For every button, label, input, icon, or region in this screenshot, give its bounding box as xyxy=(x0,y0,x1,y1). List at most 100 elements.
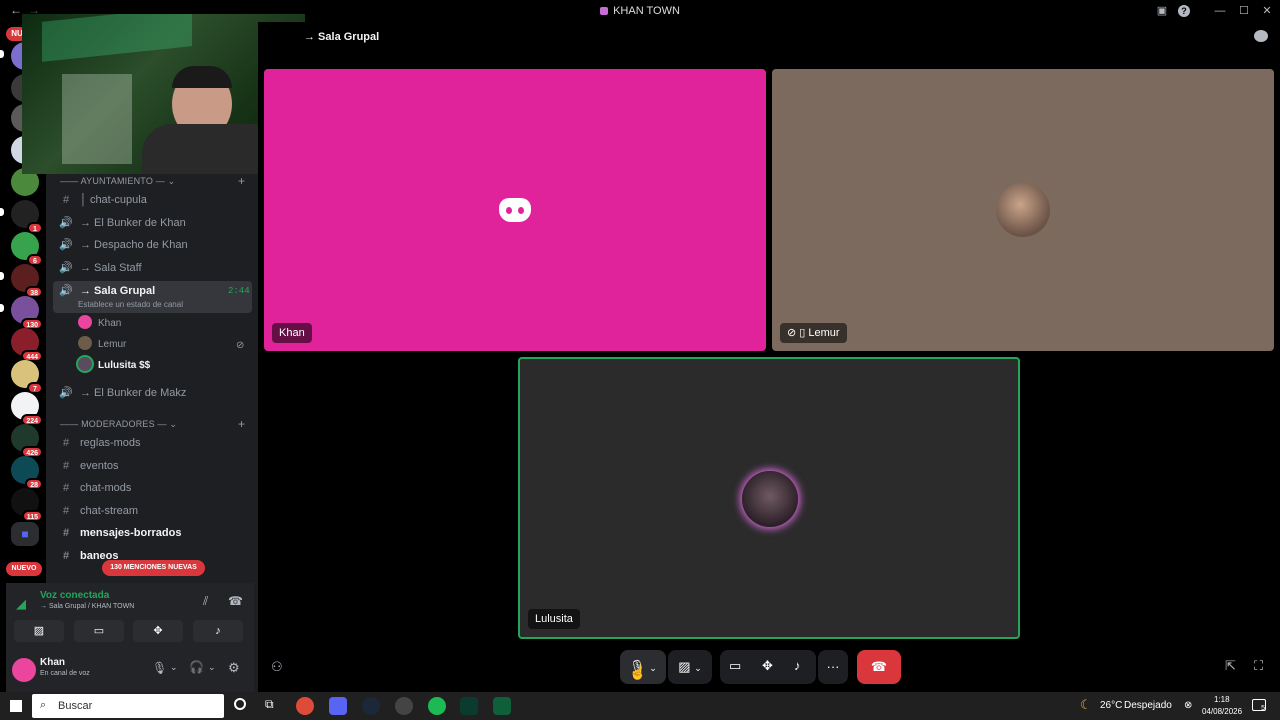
speaker-icon: 🔊 xyxy=(59,387,73,399)
voice-channel-despacho-khan[interactable]: 🔊 → Despacho de Khan xyxy=(58,234,254,256)
screen-share-icon[interactable]: ▭ xyxy=(729,658,741,674)
voice-channel-bunker-makz[interactable]: 🔊 → El Bunker de Makz xyxy=(58,382,254,404)
server-icon[interactable]: 444 xyxy=(11,328,43,362)
server-icon[interactable]: 1 xyxy=(11,200,43,234)
task-view-icon[interactable]: ⧉ xyxy=(265,697,274,712)
unread-pill xyxy=(0,272,4,280)
hang-up-button[interactable]: ☎ xyxy=(857,650,901,684)
network-icon[interactable]: ⊗ xyxy=(1184,700,1192,711)
soundboard-icon[interactable]: ♪ xyxy=(794,658,801,673)
inbox-icon[interactable]: ▣ xyxy=(1154,3,1170,19)
category-ayuntamiento[interactable]: —— AYUNTAMIENTO — ⌄ xyxy=(60,176,175,187)
server-icon[interactable]: 38 xyxy=(11,264,43,298)
taskbar-search[interactable]: Buscar xyxy=(32,694,224,718)
server-icon[interactable]: 28 xyxy=(11,456,43,490)
voice-location[interactable]: → Sala Grupal / KHAN TOWN xyxy=(40,603,134,610)
spotify-icon[interactable] xyxy=(428,697,446,715)
voice-channel-sala-grupal[interactable]: 🔊 → Sala Grupal xyxy=(58,280,254,302)
camera-button[interactable]: ▨ ⌄ xyxy=(668,650,712,684)
cortana-icon[interactable] xyxy=(234,698,246,710)
minimize-button[interactable]: — xyxy=(1212,3,1228,19)
activities-icon[interactable]: ✥ xyxy=(762,658,773,674)
app-icon[interactable] xyxy=(460,697,478,715)
headphones-icon[interactable]: 🎧 xyxy=(189,660,204,674)
help-icon[interactable]: ? xyxy=(1178,5,1190,17)
pop-out-icon[interactable]: ⇱ xyxy=(1225,658,1236,674)
new-badge-bottom: NUEVO xyxy=(6,562,42,576)
channel-reglas-mods[interactable]: # reglas-mods xyxy=(58,432,254,454)
avatar[interactable] xyxy=(12,658,36,682)
channel-chat-stream[interactable]: # chat-stream xyxy=(58,500,254,522)
weather-status[interactable]: Despejado xyxy=(1124,692,1172,720)
add-people-icon[interactable]: ⚇ xyxy=(271,659,283,675)
server-icon xyxy=(600,7,609,15)
server-icon[interactable]: 6 xyxy=(11,232,43,266)
chevron-down-icon[interactable]: ⌄ xyxy=(649,663,657,673)
tile-name-label: Lulusita xyxy=(528,609,580,629)
chrome-icon[interactable] xyxy=(296,697,314,715)
category-moderadores[interactable]: —— MODERADORES — ⌄ xyxy=(60,419,177,430)
channel-eventos[interactable]: # eventos xyxy=(58,455,254,477)
mentions-banner[interactable]: 130 MENCIONES NUEVAS xyxy=(102,560,205,576)
speaker-icon: 🔊 xyxy=(59,285,73,297)
channel-chat-mods[interactable]: # chat-mods xyxy=(58,477,254,499)
noise-suppression-icon[interactable]: ⫽ xyxy=(203,594,208,609)
search-icon: ⌕ xyxy=(40,699,47,711)
disconnect-icon[interactable]: ☎ xyxy=(228,594,243,608)
avatar xyxy=(78,357,92,371)
obs-icon[interactable] xyxy=(395,697,413,715)
screen-share-icon[interactable]: ▭ xyxy=(74,620,124,642)
server-icon[interactable]: 224 xyxy=(11,392,43,426)
video-tile-lulusita[interactable]: Lulusita xyxy=(518,357,1020,639)
folder-icon[interactable]: ■ xyxy=(11,522,39,546)
video-tile-khan[interactable]: Khan xyxy=(264,69,766,351)
channel-baneos[interactable]: # baneos xyxy=(58,545,254,559)
steam-icon[interactable] xyxy=(362,697,380,715)
camera-off-icon[interactable]: ▨ xyxy=(14,620,64,642)
fullscreen-icon[interactable]: ⛶ xyxy=(1254,658,1263,674)
server-icon[interactable]: 115 xyxy=(11,488,43,522)
channel-chat-cupula[interactable]: # │ chat-cupula xyxy=(58,189,254,211)
windows-start-icon[interactable] xyxy=(10,700,22,712)
app-icon[interactable] xyxy=(493,697,511,715)
voice-user-lemur[interactable]: Lemur xyxy=(78,335,126,355)
add-channel-icon[interactable]: + xyxy=(238,174,245,188)
discord-icon[interactable] xyxy=(329,697,347,715)
chevron-down-icon[interactable]: ⌄ xyxy=(694,663,702,673)
mouse-cursor: ☝ xyxy=(629,664,647,680)
server-icon[interactable]: 7 xyxy=(11,360,43,394)
voice-channel-bunker-khan[interactable]: 🔊 → El Bunker de Khan xyxy=(58,212,254,234)
microphone-icon[interactable]: 🎙 xyxy=(152,661,167,675)
chevron-down-icon[interactable]: ⌄ xyxy=(170,662,178,673)
avatar xyxy=(996,183,1050,237)
channel-status[interactable]: Establece un estado de canal xyxy=(78,300,183,309)
add-channel-icon[interactable]: + xyxy=(238,417,245,431)
channel-mensajes-borrados[interactable]: # mensajes-borrados xyxy=(58,522,254,544)
moon-icon: ☾ xyxy=(1080,697,1092,712)
more-options-button[interactable]: ··· xyxy=(818,650,848,684)
weather-temperature[interactable]: 26°C xyxy=(1100,692,1122,720)
clock-time[interactable]: 1:18 xyxy=(1214,695,1230,704)
notification-icon[interactable]: 5 xyxy=(1252,699,1266,712)
server-icon[interactable]: 426 xyxy=(11,424,43,458)
activities-icon[interactable]: ✥ xyxy=(133,620,183,642)
chevron-down-icon[interactable]: ⌄ xyxy=(208,662,216,673)
voice-status[interactable]: Voz conectada xyxy=(40,590,109,601)
call-duration: 2:44 xyxy=(228,286,250,296)
server-icon[interactable]: 130 xyxy=(11,296,43,330)
chat-icon[interactable] xyxy=(1254,30,1268,42)
voice-user-khan[interactable]: Khan xyxy=(78,314,121,334)
avatar xyxy=(78,336,92,350)
tile-name-label: Khan xyxy=(272,323,312,343)
maximize-button[interactable]: ☐ xyxy=(1236,3,1252,19)
video-tile-lemur[interactable]: ⊘ ▯ Lemur xyxy=(772,69,1274,351)
voice-channel-sala-staff[interactable]: 🔊 → Sala Staff xyxy=(58,257,254,279)
signal-icon: ◢ xyxy=(16,596,26,611)
voice-user-lulusita[interactable]: Lulusita $$ xyxy=(78,356,150,376)
user-name[interactable]: Khan xyxy=(40,657,65,668)
user-status: En canal de voz xyxy=(40,670,90,677)
gear-icon[interactable]: ⚙ xyxy=(228,660,240,676)
soundboard-icon[interactable]: ♪ xyxy=(193,620,243,642)
close-button[interactable]: ✕ xyxy=(1259,3,1275,19)
clock-date[interactable]: 04/08/2026 xyxy=(1202,707,1242,716)
